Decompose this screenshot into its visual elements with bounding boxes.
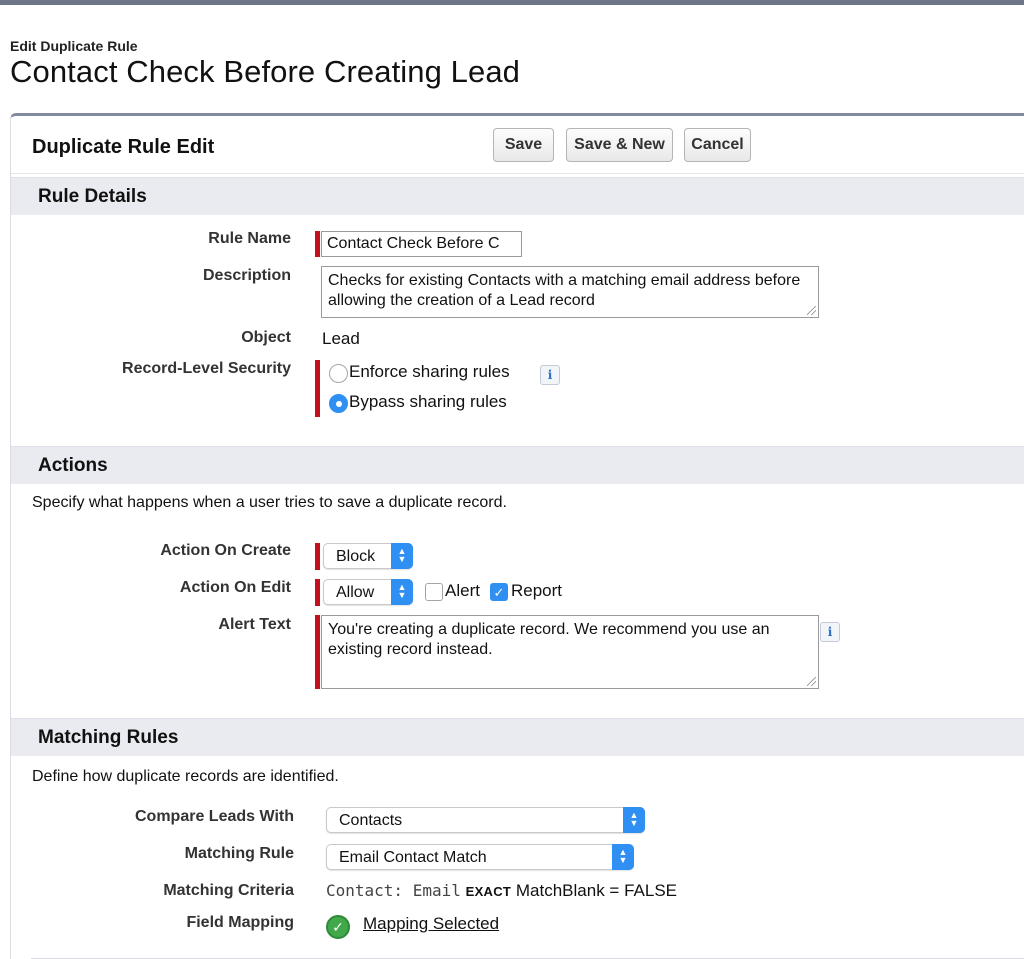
section-title: Matching Rules — [38, 727, 179, 748]
alert-checkbox-label: Alert — [445, 581, 480, 600]
actions-intro-text: Specify what happens when a user tries t… — [32, 494, 507, 511]
select-arrow-icon: ▲ ▼ — [612, 844, 634, 870]
action-on-edit-label: Action On Edit — [179, 579, 291, 596]
matching-criteria-value: Contact: Email EXACT MatchBlank = FALSE — [326, 881, 677, 901]
description-text: Checks for existing Contacts with a matc… — [328, 272, 801, 309]
rule-details-section-header: Rule Details — [11, 177, 1024, 215]
page-title: Contact Check Before Creating Lead — [10, 54, 521, 89]
success-check-icon: ✓ — [326, 915, 350, 939]
required-indicator — [315, 231, 320, 257]
bypass-sharing-label: Bypass sharing rules — [349, 392, 507, 411]
mapping-selected-link[interactable]: Mapping Selected — [363, 914, 499, 934]
required-indicator — [315, 543, 320, 570]
actions-section-header: Actions — [11, 446, 1024, 484]
field-mapping-label: Field Mapping — [186, 914, 294, 931]
report-checkbox-label: Report — [511, 581, 563, 600]
resize-grip-icon[interactable] — [807, 677, 816, 686]
required-indicator — [315, 579, 320, 606]
edit-panel: Duplicate Rule Edit Save Save & New Canc… — [10, 113, 1024, 959]
info-icon[interactable]: i — [540, 365, 560, 385]
matching-intro-text: Define how duplicate records are identif… — [32, 768, 339, 785]
rule-name-input[interactable]: Contact Check Before C — [321, 231, 522, 257]
save-button[interactable]: Save — [493, 128, 554, 162]
required-indicator — [315, 615, 320, 689]
resize-grip-icon[interactable] — [807, 306, 816, 315]
info-icon[interactable]: i — [820, 622, 840, 642]
select-arrow-icon: ▲ ▼ — [391, 579, 413, 605]
criteria-field: Contact: Email — [326, 881, 461, 900]
action-on-create-select[interactable]: Block ▲ ▼ — [323, 543, 413, 569]
bypass-sharing-radio[interactable] — [329, 394, 348, 413]
checkmark-icon: ✓ — [493, 585, 505, 600]
record-level-security-label: Record-Level Security — [122, 360, 291, 377]
select-value: Contacts — [339, 812, 403, 829]
description-textarea[interactable]: Checks for existing Contacts with a matc… — [321, 266, 819, 318]
section-title: Rule Details — [38, 186, 147, 207]
select-value: Block — [336, 548, 376, 565]
compare-leads-with-label: Compare Leads With — [135, 808, 294, 825]
panel-header: Duplicate Rule Edit Save Save & New Canc… — [11, 116, 1024, 174]
alert-text-textarea[interactable]: You're creating a duplicate record. We r… — [321, 615, 819, 689]
alert-text-label: Alert Text — [218, 616, 291, 633]
enforce-sharing-label: Enforce sharing rules — [349, 362, 510, 381]
description-label: Description — [202, 267, 291, 284]
top-nav-bar — [0, 0, 1024, 5]
alert-text-value: You're creating a duplicate record. We r… — [328, 621, 770, 658]
select-arrow-icon: ▲ ▼ — [391, 543, 413, 569]
compare-leads-with-select[interactable]: Contacts ▲ ▼ — [326, 807, 645, 833]
action-on-edit-select[interactable]: Allow ▲ ▼ — [323, 579, 413, 605]
matching-rules-section-header: Matching Rules — [11, 718, 1024, 756]
enforce-sharing-radio[interactable] — [329, 364, 348, 383]
page-type-label: Edit Duplicate Rule — [10, 38, 138, 54]
required-indicator — [315, 360, 320, 417]
save-and-new-button[interactable]: Save & New — [566, 128, 673, 162]
alert-checkbox[interactable] — [425, 583, 443, 601]
select-value: Email Contact Match — [339, 849, 487, 866]
rule-name-label: Rule Name — [208, 230, 291, 247]
object-label: Object — [241, 329, 291, 346]
action-on-create-label: Action On Create — [160, 542, 291, 559]
matching-rule-label: Matching Rule — [184, 845, 294, 862]
criteria-rest: MatchBlank = FALSE — [515, 881, 678, 900]
matching-rule-select[interactable]: Email Contact Match ▲ ▼ — [326, 844, 634, 870]
panel-title: Duplicate Rule Edit — [32, 136, 215, 158]
matching-criteria-label: Matching Criteria — [163, 882, 294, 899]
criteria-operator: EXACT — [465, 884, 512, 899]
section-title: Actions — [38, 455, 108, 476]
select-arrow-icon: ▲ ▼ — [623, 807, 645, 833]
cancel-button[interactable]: Cancel — [684, 128, 751, 162]
object-value: Lead — [322, 329, 360, 348]
select-value: Allow — [336, 584, 375, 601]
report-checkbox[interactable]: ✓ — [490, 583, 508, 601]
